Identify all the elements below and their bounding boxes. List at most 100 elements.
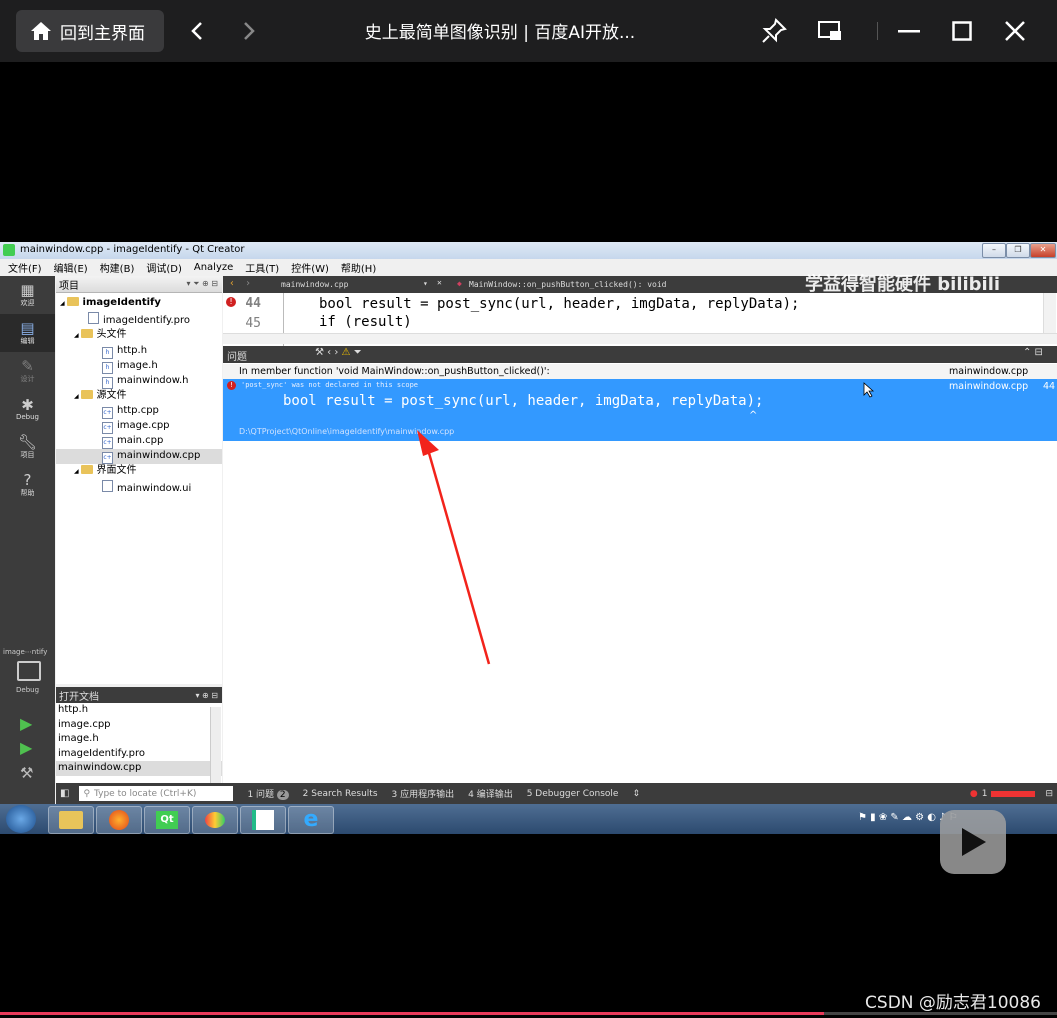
forward-icon[interactable] <box>236 18 262 44</box>
expand-arrow-icon[interactable]: ◢ <box>74 332 81 339</box>
tab-compile-output[interactable]: 4 编译输出 <box>468 787 513 800</box>
tab-debugger-console[interactable]: 5 Debugger Console <box>527 789 619 799</box>
start-button-icon[interactable] <box>6 805 36 833</box>
panel-tools-icon[interactable]: ▾ ⏷ ⊕ ⊟ <box>187 279 218 289</box>
tree-item[interactable]: ◢ 源文件 <box>56 389 222 405</box>
progress-toggle-icon[interactable]: ⊟ <box>1045 789 1053 799</box>
code-line[interactable]: bool result = post_sync(url, header, img… <box>319 296 799 312</box>
open-doc-item[interactable]: imageIdentify.pro <box>56 747 222 762</box>
menu-build[interactable]: 构建(B) <box>100 260 135 275</box>
issue-error-row[interactable]: ! 'post_sync' was not declared in this s… <box>223 379 1057 441</box>
open-doc-item[interactable]: image.cpp <box>56 718 222 733</box>
minimize-icon[interactable] <box>896 18 922 44</box>
tab-more-icon[interactable]: ⇕ <box>632 789 640 799</box>
tree-item[interactable]: ◢ imageIdentify <box>56 296 222 312</box>
open-doc-item[interactable]: http.h <box>56 703 222 718</box>
play-icon <box>962 828 986 856</box>
qt-taskbar-icon[interactable]: Qt <box>144 806 190 834</box>
video-frame[interactable]: mainwindow.cpp - imageIdentify - Qt Crea… <box>0 242 1057 834</box>
mode-design[interactable]: ✎ 设计 <box>0 352 55 390</box>
close-icon[interactable] <box>1002 18 1028 44</box>
error-line: 44 <box>1043 381 1056 392</box>
paint-taskbar-icon[interactable] <box>192 806 238 834</box>
tree-item[interactable]: h http.h <box>56 344 222 359</box>
back-icon[interactable] <box>184 18 210 44</box>
open-doc-item[interactable]: image.h <box>56 732 222 747</box>
file-icon: c+ <box>102 407 113 420</box>
issue-context-row[interactable]: In member function 'void MainWindow::on_… <box>223 364 1057 379</box>
issues-header: 问题 ⚒ ‹ › ⚠ ⏷ ⌃ ⊟ <box>223 346 1057 363</box>
monitor-icon[interactable] <box>17 661 41 681</box>
win-close-icon[interactable]: ✕ <box>1030 243 1056 258</box>
ie-taskbar-icon[interactable]: e <box>288 806 334 834</box>
nav-forward-icon[interactable]: › <box>245 278 251 289</box>
tree-item-label: image.cpp <box>117 420 170 432</box>
pin-icon[interactable] <box>760 17 788 45</box>
menu-help[interactable]: 帮助(H) <box>341 260 376 275</box>
error-marker-icon: ! <box>226 297 236 307</box>
open-docs-tools-icon[interactable]: ▾ ⊕ ⊟ <box>195 691 218 700</box>
kit-label: image⋯ntify <box>3 648 48 656</box>
tab-app-output[interactable]: 3 应用程序输出 <box>392 787 455 800</box>
open-doc-item[interactable]: mainwindow.cpp <box>56 761 222 776</box>
tree-item-label: 头文件 <box>96 329 127 341</box>
code-line[interactable]: if (result) <box>319 314 412 330</box>
issues-tools-icon[interactable]: ⚒ ‹ › ⚠ ⏷ <box>315 347 362 358</box>
mode-projects[interactable]: 🔧︎ 项目 <box>0 428 55 466</box>
explorer-taskbar-icon[interactable] <box>48 806 94 834</box>
tree-item-label: http.cpp <box>117 405 159 417</box>
pencil-icon: ✎ <box>21 357 34 375</box>
win-minimize-icon[interactable]: – <box>982 243 1006 258</box>
home-button[interactable]: 回到主界面 <box>16 10 164 52</box>
locate-input[interactable]: ⚲ Type to locate (Ctrl+K) <box>79 786 234 801</box>
tree-item[interactable]: h image.h <box>56 359 222 374</box>
expand-arrow-icon[interactable]: ◢ <box>60 300 67 307</box>
build-hammer-icon[interactable]: ⚒ <box>20 764 33 782</box>
tree-item[interactable]: c+ image.cpp <box>56 419 222 435</box>
menu-debug[interactable]: 调试(D) <box>146 260 182 275</box>
win-restore-icon[interactable]: ❐ <box>1006 243 1030 258</box>
tree-item[interactable]: h mainwindow.h <box>56 374 222 389</box>
editor-hscrollbar[interactable] <box>223 333 1057 344</box>
sidebar-toggle-icon[interactable]: ◧ <box>60 788 69 799</box>
firefox-taskbar-icon[interactable] <box>96 806 142 834</box>
mode-edit[interactable]: ▤ 编辑 <box>0 314 55 352</box>
tab-search-results[interactable]: 2 Search Results <box>303 789 378 799</box>
file-dropdown-icon[interactable]: ▾ <box>423 279 428 288</box>
tree-item[interactable]: mainwindow.ui <box>56 479 222 497</box>
tree-item[interactable]: c+ main.cpp <box>56 434 222 450</box>
function-selector[interactable]: MainWindow::on_pushButton_clicked(): voi… <box>469 280 666 289</box>
maximize-icon[interactable] <box>949 18 975 44</box>
mode-debug[interactable]: ✱ Debug <box>0 390 55 428</box>
menu-widgets[interactable]: 控件(W) <box>291 260 329 275</box>
notepad-taskbar-icon[interactable] <box>240 806 286 834</box>
code-area[interactable]: ! 44 bool result = post_sync(url, header… <box>223 293 1057 346</box>
pip-icon[interactable] <box>816 18 844 44</box>
kit-mode: Debug <box>16 686 40 694</box>
expand-arrow-icon[interactable]: ◢ <box>74 393 81 400</box>
menu-tools[interactable]: 工具(T) <box>245 260 279 275</box>
expand-arrow-icon[interactable]: ◢ <box>74 468 81 475</box>
video-progress-bar[interactable] <box>0 1012 1057 1015</box>
tree-item[interactable]: ◢ 头文件 <box>56 328 222 344</box>
pane-collapse-icon[interactable]: ⌃ ⊟ <box>1023 347 1043 358</box>
tab-issues[interactable]: 1 问题 2 <box>247 787 289 800</box>
edit-icon: ▤ <box>20 319 35 337</box>
run-icon[interactable]: ▶ <box>20 714 32 733</box>
menu-file[interactable]: 文件(F) <box>8 260 42 275</box>
debug-run-icon[interactable]: ▶ <box>20 738 32 757</box>
tree-item[interactable]: c+ http.cpp <box>56 404 222 420</box>
play-button[interactable] <box>940 810 1006 874</box>
toolbar-divider <box>877 22 878 40</box>
mode-help[interactable]: ? 帮助 <box>0 466 55 504</box>
menu-edit[interactable]: 编辑(E) <box>54 260 88 275</box>
mode-welcome[interactable]: ▦ 欢迎 <box>0 276 55 314</box>
tree-item[interactable]: ◢ 界面文件 <box>56 464 222 480</box>
file-tab[interactable]: mainwindow.cpp <box>281 280 348 289</box>
tree-item[interactable]: imageIdentify.pro <box>56 311 222 329</box>
close-file-icon[interactable]: ✕ <box>437 278 442 287</box>
nav-back-icon[interactable]: ‹ <box>229 278 235 289</box>
menu-analyze[interactable]: Analyze <box>194 262 233 273</box>
editor-vscrollbar[interactable] <box>1043 293 1056 333</box>
tree-item[interactable]: c+ mainwindow.cpp <box>56 449 222 465</box>
